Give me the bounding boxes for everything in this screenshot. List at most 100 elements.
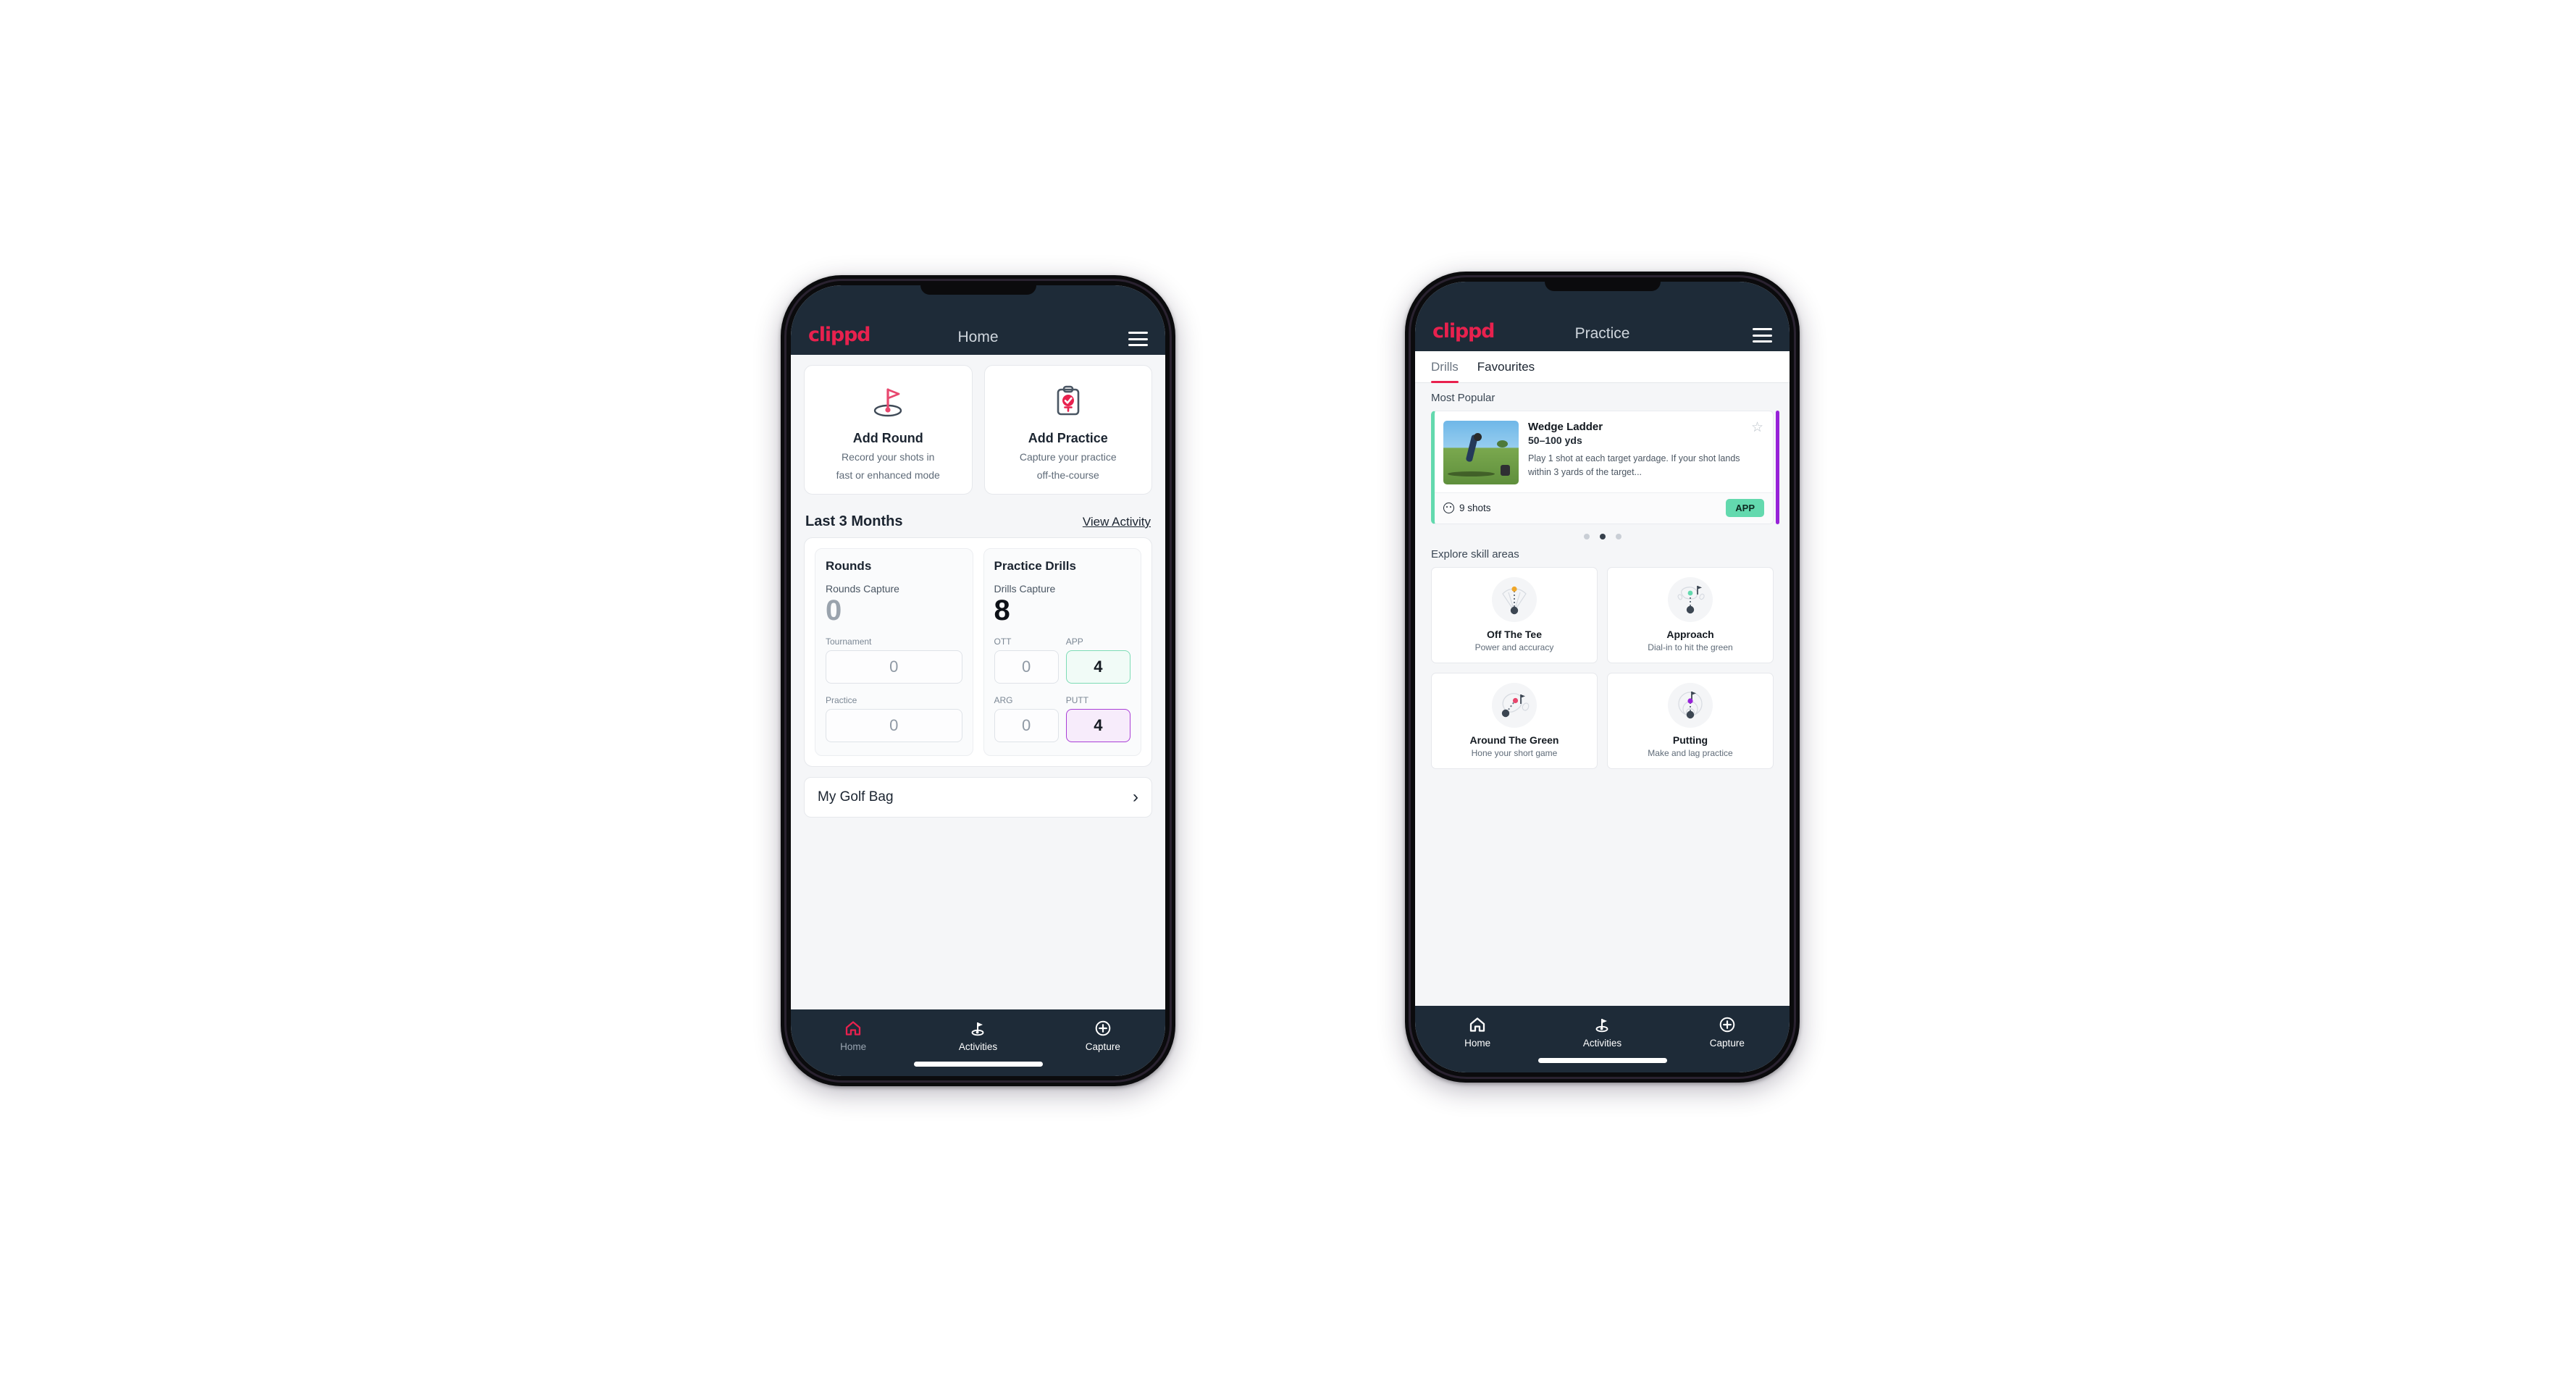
plus-circle-icon [1719,1017,1735,1033]
practice-appbar: clippd Practice [1415,282,1790,351]
nav-item-capture[interactable]: Capture [1041,1019,1165,1052]
nav-label-capture: Capture [1709,1038,1745,1049]
nav-item-activities[interactable]: Activities [1540,1015,1664,1049]
skill-card-approach[interactable]: Approach Dial-in to hit the green [1607,567,1774,663]
putt-value-box[interactable]: 4 [1065,708,1130,742]
drill-carousel[interactable]: Wedge Ladder 50–100 yds ☆ Play 1 shot at… [1415,411,1790,524]
drills-row-2: ARG 0 PUTT 4 [994,684,1130,742]
nav-item-home[interactable]: Home [1415,1015,1540,1049]
drill-thumbnail-image [1443,421,1519,484]
add-round-card[interactable]: Add Round Record your shots in fast or e… [804,365,973,495]
practice-drills-column: Practice Drills Drills Capture 8 OTT 0 A… [983,547,1141,756]
add-round-title: Add Round [852,431,923,445]
nav-item-capture[interactable]: Capture [1665,1015,1790,1049]
green-approach-icon [1668,577,1713,622]
carousel-dot-2[interactable] [1599,534,1606,539]
nav-label-home: Home [840,1041,867,1052]
carousel-pagination-dots[interactable] [1415,524,1790,542]
rounds-capture-label: Rounds Capture [826,582,899,595]
practice-screen: clippd Practice Drills Favourites Most P… [1415,282,1790,1072]
home-indicator-bar [1537,1058,1667,1063]
explore-skill-areas-heading: Explore skill areas [1431,548,1519,560]
ott-value-box[interactable]: 0 [994,650,1059,684]
add-practice-card[interactable]: Add Practice Capture your practice off-t… [983,365,1152,495]
most-popular-heading: Most Popular [1431,392,1495,404]
app-value-box[interactable]: 4 [1065,650,1130,684]
tab-drills[interactable]: Drills [1431,360,1459,383]
add-round-subtitle-line2: fast or enhanced mode [836,469,940,481]
quick-actions-row: Add Round Record your shots in fast or e… [804,365,1152,495]
stats-card: Rounds Rounds Capture 0 Tournament 0 Pra… [804,537,1152,767]
nav-item-home[interactable]: Home [791,1019,915,1052]
nav-label-activities: Activities [958,1041,998,1052]
home-appbar: clippd Home [791,285,1165,355]
drills-capture-label: Drills Capture [994,582,1056,595]
page-section-title: Last 3 Months [805,513,903,529]
home-screen: clippd Home Add Round Record your shots … [791,285,1165,1076]
phone-device-practice: clippd Practice Drills Favourites Most P… [1405,272,1800,1083]
clipboard-check-icon [1049,380,1088,422]
hamburger-menu-icon[interactable] [1753,328,1772,343]
drill-yardage: 50–100 yds [1528,434,1582,446]
clippd-logo[interactable]: clippd [1432,320,1495,343]
skill-card-off-the-tee[interactable]: Off The Tee Power and accuracy [1431,567,1598,663]
nav-item-activities[interactable]: Activities [915,1019,1040,1052]
practice-bottom-nav: Home Activities Capture [1415,1006,1790,1072]
putting-rings-icon [1668,683,1713,728]
golf-flag-icon [868,380,907,422]
home-bottom-nav: Home Activities Capture [791,1009,1165,1076]
rounds-capture-value: 0 [826,594,842,626]
nav-label-home: Home [1464,1038,1491,1049]
app-label: APP [1065,636,1083,647]
tab-favourites[interactable]: Favourites [1477,360,1535,382]
clippd-logo[interactable]: clippd [808,324,871,346]
drill-description: Play 1 shot at each target yardage. If y… [1528,453,1740,477]
carousel-dot-3[interactable] [1615,534,1621,539]
add-practice-subtitle-line1: Capture your practice [1019,451,1117,463]
skill-card-around-the-green[interactable]: Around The Green Hone your short game [1431,673,1598,769]
carousel-dot-1[interactable] [1583,534,1590,539]
chip-green-icon [1492,683,1537,728]
last-3-months-header: Last 3 Months View Activity [791,502,1165,537]
drill-card-footer: 9 shots APP [1435,492,1773,524]
device-notch [920,285,1036,295]
drill-text-block: Wedge Ladder 50–100 yds ☆ Play 1 shot at… [1528,421,1763,484]
skill-name-off-the-tee: Off The Tee [1487,629,1542,640]
hamburger-menu-icon[interactable] [1128,332,1148,346]
arg-label: ARG [994,694,1013,705]
skill-name-approach: Approach [1666,629,1714,640]
tee-fan-icon [1492,577,1537,622]
add-round-subtitle-line1: Record your shots in [842,451,935,463]
drill-card-wedge-ladder[interactable]: Wedge Ladder 50–100 yds ☆ Play 1 shot at… [1431,411,1774,524]
skill-areas-grid: Off The Tee Power and accuracy Approach … [1415,567,1790,779]
screenshot-canvas: clippd Home Add Round Record your shots … [0,0,2576,1386]
skill-name-putting: Putting [1672,734,1708,746]
skill-sub-putting: Make and lag practice [1648,748,1733,758]
rounds-column: Rounds Rounds Capture 0 Tournament 0 Pra… [815,547,973,756]
tournament-label: Tournament [826,636,872,647]
skill-sub-approach: Dial-in to hit the green [1648,642,1733,652]
drill-title: Wedge Ladder [1528,421,1603,433]
add-practice-subtitle-line2: off-the-course [1036,469,1099,481]
drill-title-row: Wedge Ladder 50–100 yds ☆ [1528,421,1763,446]
putt-label: PUTT [1065,694,1089,705]
drill-shots: 9 shots [1443,503,1491,513]
tournament-value-box[interactable]: 0 [826,650,962,684]
phone-device-home: clippd Home Add Round Record your shots … [781,275,1175,1086]
drills-row-1: OTT 0 APP 4 [994,625,1130,684]
plus-circle-icon [1095,1020,1111,1036]
nav-label-activities: Activities [1582,1038,1622,1049]
ott-label: OTT [994,636,1012,647]
practice-content: Most Popular Wedge Ladder 50–100 yds ☆ P… [1415,383,1790,1006]
my-golf-bag-row[interactable]: My Golf Bag › [804,776,1152,818]
practice-value-box[interactable]: 0 [826,708,962,742]
skill-sub-around-the-green: Hone your short game [1471,748,1558,758]
drill-card-main: Wedge Ladder 50–100 yds ☆ Play 1 shot at… [1435,411,1773,492]
arg-value-box[interactable]: 0 [994,708,1059,742]
skill-sub-off-the-tee: Power and accuracy [1474,642,1554,652]
skill-card-putting[interactable]: Putting Make and lag practice [1607,673,1774,769]
star-outline-icon[interactable]: ☆ [1751,421,1763,434]
home-icon [1470,1017,1485,1032]
add-practice-title: Add Practice [1028,431,1108,445]
view-activity-link[interactable]: View Activity [1083,515,1151,529]
